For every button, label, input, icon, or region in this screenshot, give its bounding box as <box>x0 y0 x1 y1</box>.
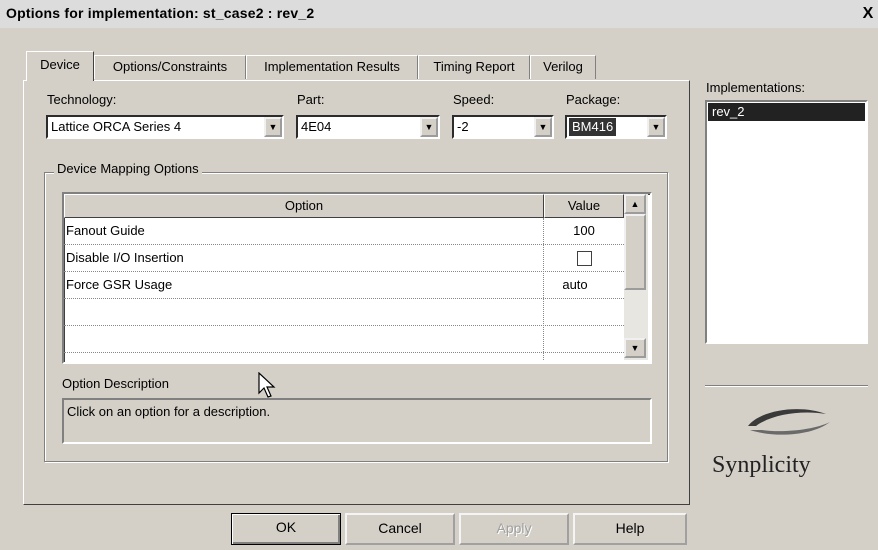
device-mapping-title: Device Mapping Options <box>54 161 202 176</box>
close-button[interactable]: X <box>858 3 878 25</box>
options-grid[interactable]: Option Value Fanout Guide 100 Disable I/… <box>62 192 652 364</box>
option-value-checkbox[interactable] <box>545 250 623 267</box>
option-description-box: Click on an option for a description. <box>62 398 652 444</box>
table-row[interactable] <box>64 299 624 326</box>
option-name: Disable I/O Insertion <box>66 250 184 265</box>
arrow-up-icon[interactable]: ▲ <box>624 194 646 214</box>
help-button[interactable]: Help <box>573 513 687 545</box>
option-value[interactable]: auto <box>545 277 605 292</box>
technology-value: Lattice ORCA Series 4 <box>51 119 182 134</box>
chevron-down-icon[interactable]: ▼ <box>264 117 282 137</box>
table-row[interactable]: Force GSR Usage auto <box>64 272 624 299</box>
implementations-label: Implementations: <box>706 80 805 95</box>
value-column-header[interactable]: Value <box>544 194 624 218</box>
table-row[interactable] <box>64 326 624 353</box>
option-description-text: Click on an option for a description. <box>67 404 271 419</box>
option-value[interactable]: 100 <box>545 223 623 238</box>
table-row[interactable]: Fanout Guide 100 <box>64 218 624 245</box>
tab-verilog[interactable]: Verilog <box>530 55 596 79</box>
chevron-down-icon[interactable]: ▼ <box>420 117 438 137</box>
part-label: Part: <box>297 92 325 107</box>
cancel-button[interactable]: Cancel <box>345 513 455 545</box>
window-title: Options for implementation: st_case2 : r… <box>6 5 315 21</box>
ok-button[interactable]: OK <box>231 513 341 545</box>
part-dropdown[interactable]: 4E04 ▼ <box>296 115 440 139</box>
option-name: Fanout Guide <box>66 223 145 238</box>
vertical-scrollbar[interactable]: ▲ ▼ <box>624 194 648 360</box>
option-name: Force GSR Usage <box>66 277 173 292</box>
checkbox[interactable] <box>576 251 592 267</box>
divider <box>705 385 868 387</box>
title-bar: Options for implementation: st_case2 : r… <box>0 0 878 28</box>
package-dropdown[interactable]: BM416 ▼ <box>565 115 667 139</box>
list-item[interactable]: rev_2 <box>708 103 865 121</box>
synplicity-logo: Synplicity <box>712 452 811 478</box>
implementations-list[interactable]: rev_2 <box>705 100 868 344</box>
column-divider <box>543 218 544 360</box>
tab-options-constraints[interactable]: Options/Constraints <box>94 55 246 79</box>
option-column-header[interactable]: Option <box>64 194 544 218</box>
apply-button[interactable]: Apply <box>459 513 569 545</box>
tab-implementation-results[interactable]: Implementation Results <box>246 55 418 79</box>
tab-timing-report[interactable]: Timing Report <box>418 55 530 79</box>
package-value: BM416 <box>569 118 617 136</box>
technology-label: Technology: <box>47 92 117 107</box>
chevron-down-icon[interactable]: ▼ <box>647 117 665 137</box>
part-value: 4E04 <box>301 119 332 134</box>
mouse-pointer-icon <box>258 372 276 398</box>
arrow-down-icon[interactable]: ▼ <box>624 338 646 358</box>
table-row[interactable]: Disable I/O Insertion <box>64 245 624 272</box>
scrollbar-thumb[interactable] <box>624 214 646 290</box>
chevron-down-icon[interactable]: ▼ <box>534 117 552 137</box>
option-description-label: Option Description <box>62 376 169 391</box>
speed-dropdown[interactable]: -2 ▼ <box>452 115 554 139</box>
synplicity-swoosh-icon <box>748 409 830 435</box>
speed-label: Speed: <box>453 92 495 107</box>
technology-dropdown[interactable]: Lattice ORCA Series 4 ▼ <box>46 115 284 139</box>
package-label: Package: <box>566 92 621 107</box>
speed-value: -2 <box>457 119 469 134</box>
tab-device[interactable]: Device <box>26 51 94 81</box>
